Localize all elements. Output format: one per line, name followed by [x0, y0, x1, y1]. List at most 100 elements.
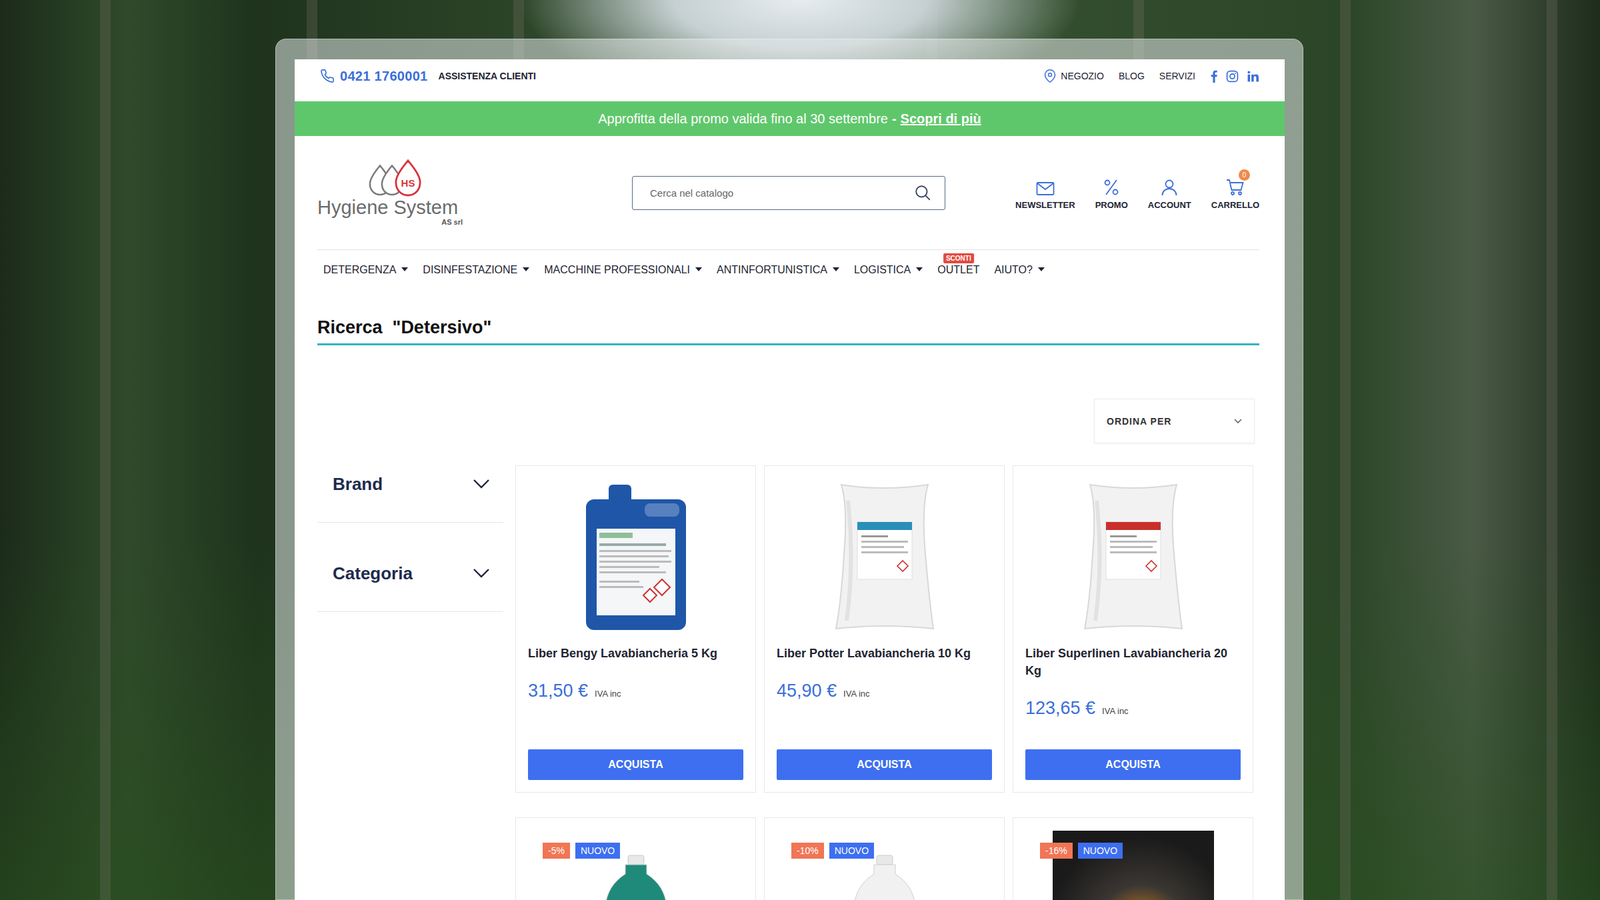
sort-dropdown[interactable]: ORDINA PER [1094, 398, 1255, 444]
logo-subtitle: AS srl [317, 218, 463, 226]
filter-toggle[interactable]: Categoria [317, 522, 504, 612]
action-icon-wrap [1036, 176, 1055, 196]
nav-label: AIUTO? [994, 264, 1033, 276]
magnifier-icon[interactable] [914, 184, 932, 202]
action-icon-wrap [1160, 176, 1178, 196]
discount-badge: -5% [542, 842, 570, 859]
product-image[interactable] [1025, 480, 1241, 634]
chevron-down-icon [1234, 418, 1242, 424]
action-label: PROMO [1095, 200, 1128, 210]
nav-item[interactable]: AIUTO? [994, 263, 1045, 277]
header-action[interactable]: 0CARRELLO [1211, 176, 1260, 210]
nav-item[interactable]: ANTINFORTUNISTICA [716, 263, 840, 277]
product-card: -5%NUOVO [515, 817, 756, 900]
logo-mark: HS [361, 159, 428, 198]
nav-item[interactable]: DETERGENZA [323, 263, 408, 277]
product-badges: -10%NUOVO [791, 842, 874, 859]
product-bag-icon [828, 480, 942, 634]
header-action[interactable]: NEWSLETTER [1015, 176, 1076, 210]
filter-label: Brand [332, 472, 383, 496]
product-name[interactable]: Liber Bengy Lavabiancheria 5 Kg [528, 644, 744, 662]
nav-label: ANTINFORTUNISTICA [716, 264, 828, 276]
phone-icon [320, 68, 335, 84]
buy-button[interactable]: ACQUISTA [1025, 749, 1241, 780]
nav-label: MACCHINE PROFESSIONALI [544, 264, 690, 276]
action-icon-wrap [1103, 176, 1120, 196]
action-label: CARRELLO [1211, 200, 1260, 210]
product-card: Liber Bengy Lavabiancheria 5 Kg 31,50 € IV… [515, 465, 756, 793]
search-results: Brand Categoria Liber Bengy Lavabiancheria… [317, 465, 1260, 900]
topbar-link[interactable]: NEGOZIO [1060, 70, 1104, 82]
vat-note: IVA inc [843, 688, 870, 699]
price: 31,50 € [528, 680, 588, 702]
buy-button[interactable]: ACQUISTA [528, 749, 744, 780]
web-page: 0421 1760001 ASSISTENZA CLIENTI NEGOZIO BLO… [294, 59, 1285, 900]
nav-badge: SCONTI [943, 253, 974, 264]
site-logo[interactable]: HSHygiene SystemAS srl [317, 159, 632, 226]
promo-link[interactable]: Scopri di più [900, 111, 982, 127]
product-price: 123,65 € IVA inc [1025, 698, 1241, 719]
nav-item[interactable]: DISINFESTAZIONE [422, 263, 530, 277]
logo-drops-icon [361, 159, 428, 198]
promo-text: Approfitta della promo valida fino al 30… [598, 111, 888, 127]
phone-number[interactable]: 0421 1760001 [340, 68, 428, 84]
filter-sidebar: Brand Categoria [317, 465, 504, 900]
location-pin-icon [1043, 68, 1057, 84]
buy-button[interactable]: ACQUISTA [776, 749, 992, 780]
content: Ricerca "Detersivo" ORDINA PER Brand Catego… [317, 290, 1260, 900]
action-label: ACCOUNT [1148, 200, 1192, 210]
search-input[interactable] [648, 186, 914, 200]
filter-toggle[interactable]: Brand [317, 465, 504, 523]
nav-item[interactable]: LOGISTICA [854, 263, 923, 277]
product-image[interactable] [528, 480, 744, 634]
nav-label: DISINFESTAZIONE [422, 264, 518, 276]
nav-label: OUTLET [937, 264, 980, 276]
product-photo [1052, 830, 1214, 900]
support-link[interactable]: ASSISTENZA CLIENTI [438, 70, 537, 82]
nav-item[interactable]: MACCHINE PROFESSIONALI [544, 263, 702, 277]
header-action[interactable]: PROMO [1095, 176, 1128, 210]
browser-frame: 0421 1760001 ASSISTENZA CLIENTI NEGOZIO BLO… [275, 38, 1304, 900]
new-badge: NUOVO [1078, 842, 1123, 859]
discount-badge: -16% [1040, 842, 1073, 859]
search-box[interactable] [632, 176, 946, 210]
instagram-icon[interactable] [1226, 70, 1239, 83]
page-title: Ricerca "Detersivo" [317, 290, 1260, 346]
vat-note: IVA inc [594, 688, 622, 699]
site-header: HSHygiene SystemAS srl NEWSLETTER PROMO ACC… [317, 136, 1260, 250]
product-grid: Liber Bengy Lavabiancheria 5 Kg 31,50 € IV… [515, 465, 1254, 900]
linkedin-icon[interactable] [1246, 70, 1260, 83]
main-nav: DETERGENZA DISINFESTAZIONE MACCHINE PROFES… [317, 250, 1260, 290]
product-name[interactable]: Liber Potter Lavabiancheria 10 Kg [776, 644, 992, 662]
percent-icon [1103, 178, 1120, 196]
product-card: Liber Superlinen Lavabiancheria 20 Kg 123… [1012, 465, 1254, 793]
facebook-icon[interactable] [1210, 70, 1218, 83]
store-link-group: NEGOZIO [1043, 68, 1104, 84]
header-action[interactable]: ACCOUNT [1148, 176, 1192, 210]
price: 45,90 € [776, 680, 837, 702]
product-card: -10%NUOVO [764, 817, 1005, 900]
new-badge: NUOVO [829, 842, 874, 859]
nav-item[interactable]: OUTLETSCONTI [937, 263, 980, 277]
filter-label: Categoria [332, 561, 413, 586]
chevron-down-icon [472, 568, 490, 579]
sort-row: ORDINA PER [317, 398, 1260, 444]
logo-initials: HS [396, 177, 420, 190]
sort-label: ORDINA PER [1106, 416, 1172, 427]
vat-note: IVA inc [1102, 706, 1129, 716]
product-price: 31,50 € IVA inc [528, 680, 744, 702]
topbar-link[interactable]: BLOG [1118, 70, 1145, 82]
topbar-link[interactable]: SERVIZI [1159, 70, 1196, 82]
product-image[interactable] [776, 480, 992, 634]
price: 123,65 € [1025, 698, 1096, 719]
product-card: Liber Potter Lavabiancheria 10 Kg 45,90 €… [764, 465, 1005, 793]
product-name[interactable]: Liber Superlinen Lavabiancheria 20 Kg [1025, 644, 1241, 680]
nav-label: LOGISTICA [854, 264, 911, 276]
product-badges: -5%NUOVO [542, 842, 620, 859]
cart-count-badge: 0 [1238, 169, 1250, 181]
product-bag-icon [1076, 480, 1190, 634]
cart-icon [1226, 178, 1245, 196]
product-tank-icon [579, 480, 693, 634]
product-badges: -16% NUOVO [1040, 842, 1123, 859]
top-bar: 0421 1760001 ASSISTENZA CLIENTI NEGOZIO BLO… [317, 59, 1260, 93]
